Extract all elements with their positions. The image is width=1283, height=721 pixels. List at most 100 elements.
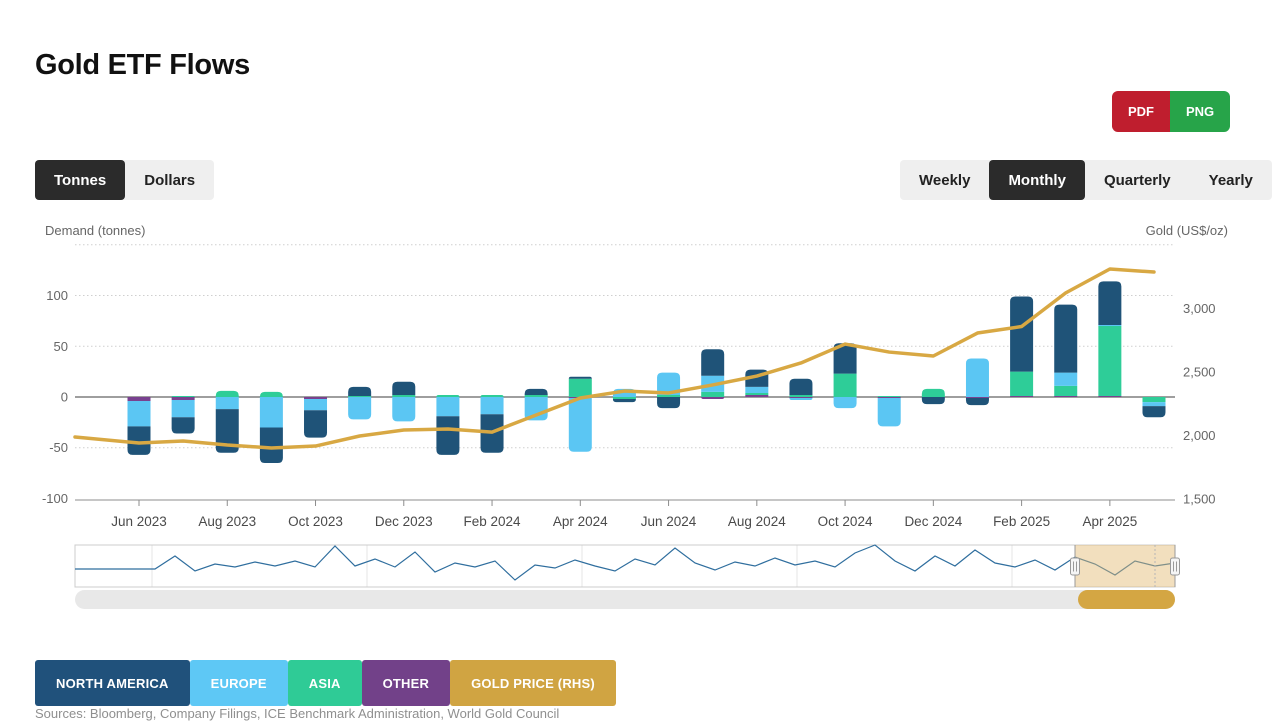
- bar-segment-europe[interactable]: [877, 398, 901, 427]
- bar-segment-other[interactable]: [1010, 395, 1034, 397]
- bar-segment-europe[interactable]: [965, 358, 989, 397]
- bar-segment-europe[interactable]: [436, 397, 460, 417]
- bar-segment-north-america[interactable]: [1142, 406, 1166, 418]
- bar-segment-europe[interactable]: [833, 397, 857, 409]
- bar-segment-other[interactable]: [1098, 395, 1122, 397]
- bar-segment-north-america[interactable]: [524, 388, 548, 395]
- bar-segment-north-america[interactable]: [568, 376, 592, 379]
- bar-segment-europe[interactable]: [392, 397, 416, 422]
- x-axis-label: Feb 2025: [993, 514, 1050, 529]
- bar-segment-north-america[interactable]: [789, 378, 813, 395]
- bar-segment-europe[interactable]: [1054, 372, 1078, 386]
- y-axis-left-label: -100: [42, 491, 68, 506]
- x-axis-label: Oct 2023: [288, 514, 343, 529]
- navigator-handle-right[interactable]: [1170, 557, 1180, 576]
- bar-segment-north-america[interactable]: [1054, 304, 1078, 373]
- scrollbar-thumb[interactable]: [1078, 590, 1175, 609]
- bar-segment-north-america[interactable]: [392, 381, 416, 395]
- bar-segment-asia[interactable]: [348, 395, 372, 397]
- bar-segment-asia[interactable]: [1098, 325, 1122, 396]
- bar-segment-asia[interactable]: [612, 397, 636, 400]
- bar-segment-north-america[interactable]: [657, 397, 681, 409]
- bar-segment-asia[interactable]: [1010, 371, 1034, 396]
- chart-legend: NORTH AMERICA EUROPE ASIA OTHER GOLD PRI…: [35, 660, 616, 706]
- x-axis-label: Apr 2024: [553, 514, 608, 529]
- bar-segment-asia[interactable]: [524, 394, 548, 397]
- bar-segment-europe[interactable]: [259, 397, 283, 428]
- bar-segment-europe[interactable]: [127, 401, 151, 427]
- x-axis-label: Aug 2024: [728, 514, 786, 529]
- scrollbar-track[interactable]: [75, 590, 1175, 609]
- bar-segment-europe[interactable]: [568, 398, 592, 452]
- bar-segment-asia[interactable]: [657, 394, 681, 397]
- bar-segment-asia[interactable]: [701, 391, 725, 397]
- bar-segment-north-america[interactable]: [1010, 296, 1034, 372]
- bar-segment-other[interactable]: [304, 397, 328, 400]
- bar-segment-europe[interactable]: [1098, 324, 1122, 326]
- y-axis-right-label: 3,000: [1183, 301, 1216, 316]
- x-axis-label: Dec 2024: [904, 514, 962, 529]
- bar-segment-asia[interactable]: [1142, 397, 1166, 403]
- navigator-sparkline: [75, 544, 1176, 581]
- x-axis-label: Feb 2024: [464, 514, 522, 529]
- bar-segment-asia[interactable]: [171, 395, 195, 397]
- bar-segment-europe[interactable]: [171, 400, 195, 418]
- legend-asia-button[interactable]: ASIA: [287, 660, 362, 706]
- bar-segment-north-america[interactable]: [921, 397, 945, 405]
- y-axis-left-label: -50: [49, 440, 68, 455]
- x-axis-label: Apr 2025: [1082, 514, 1137, 529]
- bar-segment-asia[interactable]: [215, 390, 239, 397]
- y-axis-left-label: 0: [61, 390, 68, 405]
- bar-segment-europe[interactable]: [480, 397, 504, 415]
- bar-segment-europe[interactable]: [789, 398, 813, 401]
- bar-segment-other[interactable]: [965, 397, 989, 399]
- navigator-handle-left[interactable]: [1070, 557, 1080, 576]
- bar-segment-asia[interactable]: [833, 373, 857, 397]
- bar-segment-north-america[interactable]: [1098, 281, 1122, 325]
- bar-segment-asia[interactable]: [745, 392, 769, 395]
- x-axis-label: Jun 2024: [641, 514, 697, 529]
- bar-segment-other[interactable]: [701, 397, 725, 400]
- bar-segment-europe[interactable]: [1142, 402, 1166, 407]
- legend-europe-button[interactable]: EUROPE: [189, 660, 288, 706]
- bar-segment-north-america[interactable]: [304, 410, 328, 438]
- bar-segment-north-america[interactable]: [259, 427, 283, 463]
- bar-segment-north-america[interactable]: [701, 349, 725, 376]
- bar-segment-asia[interactable]: [436, 394, 460, 397]
- bar-segment-asia[interactable]: [392, 394, 416, 397]
- bar-segment-other[interactable]: [745, 394, 769, 397]
- bar-segment-europe[interactable]: [745, 386, 769, 393]
- bar-segment-other[interactable]: [127, 397, 151, 402]
- bar-segment-other[interactable]: [877, 397, 901, 399]
- bar-segment-europe[interactable]: [348, 397, 372, 420]
- bar-segment-north-america[interactable]: [612, 399, 636, 403]
- navigator-selection[interactable]: [1075, 545, 1175, 587]
- bar-segment-north-america[interactable]: [436, 416, 460, 455]
- bar-segment-other[interactable]: [1054, 395, 1078, 397]
- y-axis-left-label: 50: [54, 339, 68, 354]
- legend-north-america-button[interactable]: NORTH AMERICA: [35, 660, 190, 706]
- bar-segment-north-america[interactable]: [171, 417, 195, 434]
- bar-segment-asia[interactable]: [259, 391, 283, 397]
- x-axis-label: Jun 2023: [111, 514, 167, 529]
- legend-other-button[interactable]: OTHER: [361, 660, 451, 706]
- bar-segment-asia[interactable]: [480, 394, 504, 397]
- bar-segment-asia[interactable]: [877, 395, 901, 397]
- bar-segment-other[interactable]: [171, 397, 195, 401]
- legend-gold-price-button[interactable]: GOLD PRICE (RHS): [450, 660, 616, 706]
- y-axis-left-label: 100: [46, 288, 68, 303]
- bar-segment-asia[interactable]: [921, 388, 945, 397]
- bar-segment-asia[interactable]: [568, 378, 592, 397]
- bar-segment-other[interactable]: [789, 397, 813, 399]
- bar-segment-north-america[interactable]: [965, 398, 989, 406]
- bar-segment-asia[interactable]: [789, 394, 813, 397]
- x-axis-label: Dec 2023: [375, 514, 433, 529]
- x-axis-label: Aug 2023: [198, 514, 256, 529]
- bar-segment-europe[interactable]: [215, 397, 239, 410]
- bar-segment-europe[interactable]: [304, 399, 328, 411]
- bar-segment-north-america[interactable]: [348, 386, 372, 396]
- x-axis-label: Oct 2024: [818, 514, 873, 529]
- gold-etf-flows-chart[interactable]: Jun 2023 Aug 2023 Oct 2023 Dec 2023 Feb 2024…: [0, 0, 1283, 712]
- y-axis-right-label: 2,500: [1183, 365, 1216, 380]
- bar-segment-asia[interactable]: [1054, 385, 1078, 396]
